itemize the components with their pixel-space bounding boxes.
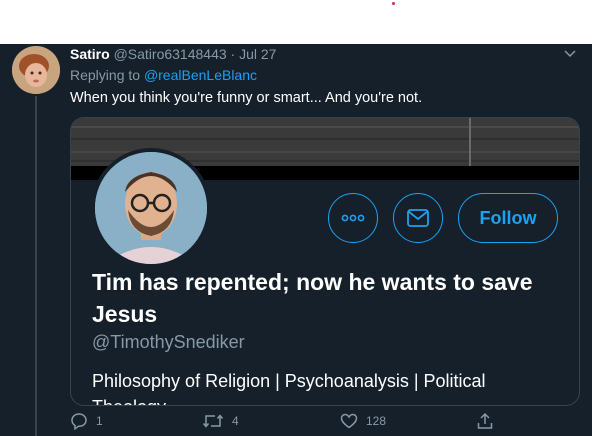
replying-prefix: Replying to [70, 67, 141, 83]
reply-icon [71, 413, 87, 430]
mail-icon [407, 209, 429, 227]
profile-bio: Philosophy of Religion | Psychoanalysis … [92, 371, 486, 405]
tweet-actions: 1 4 128 [70, 412, 500, 434]
retweet-button[interactable]: 4 [202, 412, 239, 430]
notification-dot [392, 2, 395, 5]
retweet-count: 4 [232, 414, 239, 428]
chevron-down-icon[interactable] [563, 48, 577, 60]
handle-date[interactable]: @Satiro63148443 · Jul 27 [114, 46, 277, 62]
reply-button[interactable]: 1 [70, 412, 103, 430]
like-button[interactable]: 128 [340, 412, 386, 430]
retweet-icon [202, 414, 224, 428]
message-button[interactable] [393, 193, 443, 243]
mention-link[interactable]: @realBenLeBlanc [144, 67, 257, 83]
more-icon [341, 214, 365, 222]
profile-card[interactable]: Follow Tim has repented; now he wants to… [70, 117, 580, 406]
profile-avatar[interactable] [91, 148, 211, 268]
tweet-header: Satiro @Satiro63148443 · Jul 27 [70, 46, 276, 62]
reply-count: 1 [96, 414, 103, 428]
display-name[interactable]: Satiro [70, 46, 110, 62]
tweet-text: When you think you're funny or smart... … [70, 90, 423, 106]
share-button[interactable] [476, 412, 494, 430]
more-button[interactable] [328, 193, 378, 243]
browser-top-strip [0, 0, 592, 44]
profile-handle: @TimothySnediker [92, 332, 245, 352]
like-count: 128 [366, 414, 387, 428]
share-icon [477, 412, 493, 429]
like-icon [340, 413, 358, 429]
follow-button[interactable]: Follow [458, 193, 558, 243]
thread-line [35, 96, 37, 436]
avatar[interactable] [12, 46, 60, 94]
replying-to: Replying to @realBenLeBlanc [70, 67, 257, 83]
tweet[interactable]: Satiro @Satiro63148443 · Jul 27 Replying… [0, 44, 592, 436]
profile-name: Tim has repented; now he wants to save J… [92, 269, 533, 327]
